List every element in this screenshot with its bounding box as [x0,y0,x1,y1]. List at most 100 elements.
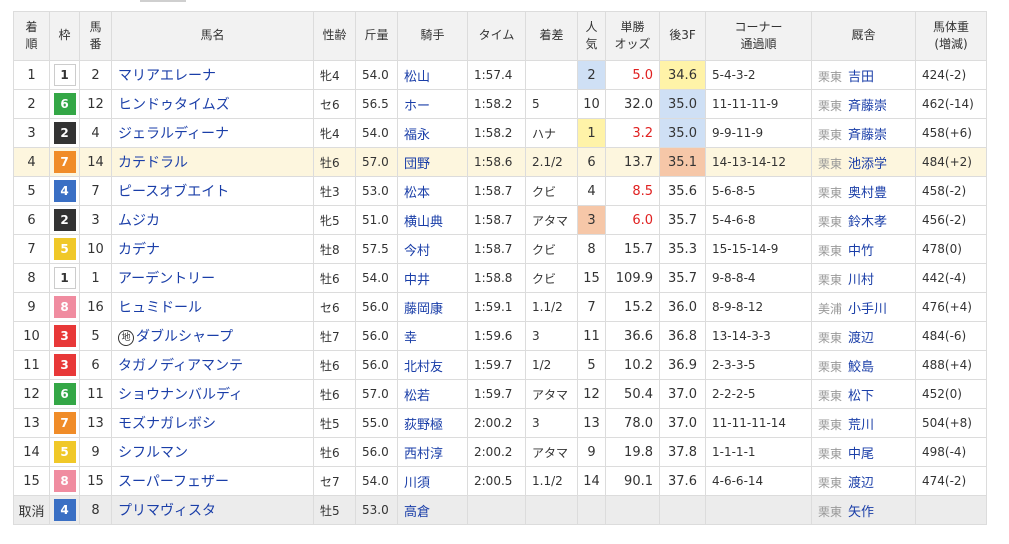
table-row: 13 7 13 モズナガレボシ 牡5 55.0 荻野極 2:00.2 3 13 78.0 37.0 11… [13,408,987,438]
horse-name-cell: ショウナンバルディ [111,379,314,409]
waku-badge: 7 [53,151,76,173]
jockey-link[interactable]: 松本 [397,176,468,206]
training-center-label: 栗東 [818,98,843,113]
last-3f-cell: 37.8 [659,437,706,467]
horse-name-cell: 地ダブルシャープ [111,321,314,351]
jockey-link[interactable]: 今村 [397,234,468,264]
umaban-cell: 8 [79,495,112,525]
corner-cell: 5-6-8-5 [705,176,812,206]
table-row: 9 8 16 ヒュミドール セ6 56.0 藤岡康 1:59.1 1.1/2 7 15.2 36.0 8… [13,292,987,322]
jockey-link[interactable]: 川須 [397,466,468,496]
rank-cell: 4 [13,147,50,177]
training-center-label: 栗東 [818,330,843,345]
horse-name-link[interactable]: カデナ [118,242,160,258]
horse-weight-cell: 456(-2) [915,205,987,235]
jockey-link[interactable]: 中井 [397,263,468,293]
waku-cell: 5 [49,234,80,264]
trainer-link[interactable]: 小手川 [848,302,887,317]
trainer-link[interactable]: 斉藤崇 [848,99,887,114]
jockey-link[interactable]: ホー [397,89,468,119]
waku-badge: 1 [53,64,76,86]
sex-age-cell: 牡3 [313,176,356,206]
horse-name-link[interactable]: プリマヴィスタ [118,503,216,519]
sex-age-cell: 牡6 [313,379,356,409]
trainer-link[interactable]: 池添学 [848,157,887,172]
horse-name-cell: マリアエレーナ [111,60,314,90]
jockey-link[interactable]: 荻野極 [397,408,468,438]
umaban-cell: 5 [79,321,112,351]
trainer-link[interactable]: 中竹 [848,244,874,259]
horse-name-link[interactable]: ヒュミドール [118,300,202,316]
horse-name-link[interactable]: ショウナンバルディ [118,387,243,403]
training-center-label: 栗東 [818,127,843,142]
waku-cell: 1 [49,263,80,293]
jockey-link[interactable]: 高倉 [397,495,468,525]
horse-name-link[interactable]: ジェラルディーナ [118,126,229,142]
horse-name-link[interactable]: カテドラル [118,155,188,171]
trainer-link[interactable]: 松下 [848,389,874,404]
jockey-link[interactable]: 松山 [397,60,468,90]
trainer-link[interactable]: 斉藤崇 [848,128,887,143]
jockey-link[interactable]: 松若 [397,379,468,409]
waku-cell: 4 [49,495,80,525]
waku-badge: 5 [53,441,76,463]
table-row: 6 2 3 ムジカ 牝5 51.0 横山典 1:58.7 アタマ 3 6.0 35.7 5-4-6-8 栗… [13,205,987,235]
trainer-cell: 栗東 斉藤崇 [811,118,916,148]
sex-age-cell: 牡6 [313,147,356,177]
jockey-link[interactable]: 北村友 [397,350,468,380]
trainer-link[interactable]: 荒川 [848,418,874,433]
margin-cell: アタマ [525,379,578,409]
corner-cell: 11-11-11-14 [705,408,812,438]
margin-cell: 3 [525,321,578,351]
weight-carried-cell: 57.0 [355,147,398,177]
trainer-link[interactable]: 渡辺 [848,331,874,346]
trainer-cell: 栗東 川村 [811,263,916,293]
jockey-link[interactable]: 団野 [397,147,468,177]
horse-name-link[interactable]: ピースオブエイト [118,184,229,200]
horse-name-link[interactable]: スーパーフェザー [118,474,229,490]
trainer-cell: 栗東 矢作 [811,495,916,525]
sex-age-cell: 牝4 [313,118,356,148]
trainer-link[interactable]: 鈴木孝 [848,215,887,230]
horse-name-link[interactable]: ムジカ [118,213,160,229]
trainer-link[interactable]: 鮫島 [848,360,874,375]
rank-cell: 6 [13,205,50,235]
margin-cell: クビ [525,176,578,206]
trainer-link[interactable]: 中尾 [848,447,874,462]
horse-name-link[interactable]: タガノディアマンテ [118,358,243,374]
horse-weight-cell: 424(-2) [915,60,987,90]
horse-name-link[interactable]: シフルマン [118,445,188,461]
horse-name-link[interactable]: マリアエレーナ [118,68,216,84]
trainer-link[interactable]: 矢作 [848,505,874,520]
horse-name-cell: タガノディアマンテ [111,350,314,380]
horse-name-link[interactable]: ダブルシャープ [136,329,233,345]
odds-cell [605,495,660,525]
trainer-link[interactable]: 川村 [848,273,874,288]
jockey-link[interactable]: 横山典 [397,205,468,235]
trainer-link[interactable]: 奥村豊 [848,186,887,201]
popularity-cell: 13 [577,408,606,438]
horse-name-link[interactable]: アーデントリー [118,271,215,287]
odds-cell: 10.2 [605,350,660,380]
jockey-link[interactable]: 幸 [397,321,468,351]
trainer-link[interactable]: 渡辺 [848,476,874,491]
horse-name-link[interactable]: モズナガレボシ [118,416,216,432]
trainer-cell: 栗東 鈴木孝 [811,205,916,235]
waku-badge: 6 [53,383,76,405]
header-horse-weight: 馬体重 (増減) [915,11,987,61]
last-3f-cell: 34.6 [659,60,706,90]
time-cell: 1:58.2 [467,89,526,119]
jockey-link[interactable]: 西村淳 [397,437,468,467]
trainer-link[interactable]: 吉田 [848,70,874,85]
time-cell: 1:58.8 [467,263,526,293]
training-center-label: 栗東 [818,417,843,432]
horse-name-cell: ジェラルディーナ [111,118,314,148]
jockey-link[interactable]: 福永 [397,118,468,148]
horse-weight-cell: 452(0) [915,379,987,409]
horse-name-link[interactable]: ヒンドゥタイムズ [118,97,230,113]
table-row: 5 4 7 ピースオブエイト 牡3 53.0 松本 1:58.7 クビ 4 8.5 35.6 5-6-8… [13,176,987,206]
jockey-link[interactable]: 藤岡康 [397,292,468,322]
training-center-label: 栗東 [818,475,843,490]
last-3f-cell: 35.7 [659,205,706,235]
sex-age-cell: 牝5 [313,205,356,235]
